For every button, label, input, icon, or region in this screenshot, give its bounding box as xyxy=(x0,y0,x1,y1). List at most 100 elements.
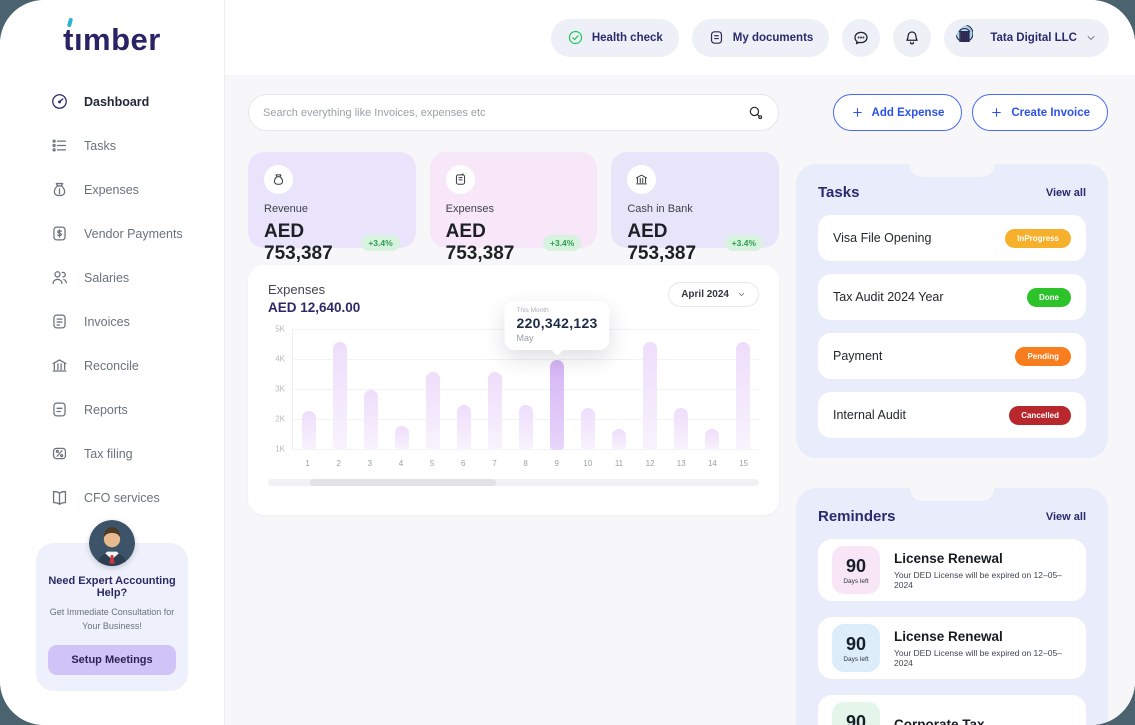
document-icon xyxy=(708,29,725,46)
chart-bar[interactable] xyxy=(395,426,409,450)
chart-plot: This Month 220,342,123 May xyxy=(292,329,759,450)
task-status-badge: Done xyxy=(1027,288,1071,307)
chart-bar[interactable] xyxy=(426,372,440,450)
tasks-view-all-link[interactable]: View all xyxy=(1046,187,1086,199)
task-row[interactable]: Internal Audit Cancelled xyxy=(818,392,1086,438)
period-value: April 2024 xyxy=(681,289,729,300)
sidebar-item-tasks[interactable]: Tasks xyxy=(50,128,224,163)
money-bag-icon xyxy=(264,165,293,194)
sidebar-item-label: Invoices xyxy=(84,315,130,329)
app-window: tımber Dashboard Tasks Expenses Vendor P… xyxy=(0,0,1135,725)
chart-bar[interactable] xyxy=(612,429,626,450)
stat-card-expenses[interactable]: Expenses AED 753,387 +3.4% xyxy=(430,152,598,248)
reminder-days-box: 90 Days left xyxy=(832,546,880,594)
reminder-title: License Renewal xyxy=(894,629,1072,644)
sidebar-item-invoices[interactable]: Invoices xyxy=(50,304,224,339)
create-invoice-label: Create Invoice xyxy=(1011,107,1090,119)
task-label: Payment xyxy=(833,349,882,363)
task-label: Internal Audit xyxy=(833,408,906,422)
search-bar xyxy=(248,94,779,131)
chat-button[interactable] xyxy=(842,19,880,57)
chart-bar[interactable] xyxy=(488,372,502,450)
chart-bar[interactable] xyxy=(364,390,378,450)
create-invoice-button[interactable]: Create Invoice xyxy=(972,94,1108,131)
chart-bar[interactable] xyxy=(302,411,316,450)
dollar-receipt-icon xyxy=(50,224,69,243)
page-background: tımber Dashboard Tasks Expenses Vendor P… xyxy=(0,0,1135,725)
reminder-days: 90 xyxy=(846,634,866,655)
company-selector[interactable]: Tata Digital LLC xyxy=(944,19,1109,57)
task-status-badge: InProgress xyxy=(1005,229,1071,248)
sidebar-item-label: Tasks xyxy=(84,139,116,153)
reminder-days-box: 90 Days left xyxy=(832,624,880,672)
reminder-days-box: 90 Days left xyxy=(832,702,880,725)
bank-icon xyxy=(627,165,656,194)
task-row[interactable]: Visa File Opening InProgress xyxy=(818,215,1086,261)
health-check-button[interactable]: Health check xyxy=(551,19,679,57)
sidebar-item-dashboard[interactable]: Dashboard xyxy=(50,84,224,119)
check-circle-icon xyxy=(567,29,584,46)
chart-bar[interactable] xyxy=(643,342,657,450)
stat-card-revenue[interactable]: Revenue AED 753,387 +3.4% xyxy=(248,152,416,248)
consultation-title: Need Expert Accounting Help? xyxy=(48,575,176,599)
reminder-title: License Renewal xyxy=(894,551,1072,566)
chevron-down-icon xyxy=(1085,32,1097,44)
chart-bar[interactable] xyxy=(674,408,688,450)
search-icon[interactable] xyxy=(747,104,764,121)
notifications-button[interactable] xyxy=(893,19,931,57)
add-expense-label: Add Expense xyxy=(872,107,945,119)
reminders-view-all-link[interactable]: View all xyxy=(1046,511,1086,523)
sidebar-item-cfo-services[interactable]: CFO services xyxy=(50,480,224,515)
search-input[interactable] xyxy=(263,107,747,119)
chart-bar[interactable] xyxy=(581,408,595,450)
sidebar-item-reconcile[interactable]: Reconcile xyxy=(50,348,224,383)
reminder-description: Your DED License will be expired on 12–0… xyxy=(894,570,1072,590)
period-dropdown[interactable]: April 2024 xyxy=(668,282,759,307)
chart-bar[interactable] xyxy=(457,405,471,450)
stat-value: AED 753,387 xyxy=(627,221,715,265)
reminder-title: Corporate Tax xyxy=(894,717,985,725)
chart-scrollbar xyxy=(268,479,759,486)
stat-card-cash-in-bank[interactable]: Cash in Bank AED 753,387 +3.4% xyxy=(611,152,779,248)
chart-y-axis: 5K 4K 3K 2K 1K xyxy=(268,329,292,450)
chevron-down-icon xyxy=(737,290,746,299)
tax-percent-icon xyxy=(50,444,69,463)
setup-meetings-button[interactable]: Setup Meetings xyxy=(48,645,176,675)
bar-chart: 5K 4K 3K 2K 1K This Month xyxy=(268,329,759,450)
people-icon xyxy=(50,268,69,287)
stats-row: Revenue AED 753,387 +3.4% Expenses xyxy=(248,152,779,248)
stat-value: AED 753,387 xyxy=(264,221,352,265)
chart-scrollbar-thumb[interactable] xyxy=(310,479,497,486)
sidebar-item-expenses[interactable]: Expenses xyxy=(50,172,224,207)
reminder-description: Your DED License will be expired on 12–0… xyxy=(894,648,1072,668)
sidebar-item-salaries[interactable]: Salaries xyxy=(50,260,224,295)
topbar: Health check My documents Tata Digital L xyxy=(225,0,1135,75)
sidebar-item-tax-filing[interactable]: Tax filing xyxy=(50,436,224,471)
chart-bar[interactable] xyxy=(333,342,347,450)
my-documents-button[interactable]: My documents xyxy=(692,19,830,57)
add-expense-button[interactable]: Add Expense xyxy=(833,94,963,131)
chart-bar[interactable] xyxy=(736,342,750,450)
task-row[interactable]: Payment Pending xyxy=(818,333,1086,379)
open-book-icon xyxy=(50,488,69,507)
reminder-days-unit: Days left xyxy=(843,578,868,585)
chart-x-axis: 123456789101112131415 xyxy=(292,459,759,468)
stat-delta-badge: +3.4% xyxy=(543,235,581,251)
sidebar-item-reports[interactable]: Reports xyxy=(50,392,224,427)
reminder-row[interactable]: 90 Days left License Renewal Your DED Li… xyxy=(818,539,1086,601)
chart-bar[interactable] xyxy=(519,405,533,450)
sidebar-nav: Dashboard Tasks Expenses Vendor Payments… xyxy=(0,84,224,515)
sidebar: tımber Dashboard Tasks Expenses Vendor P… xyxy=(0,0,225,725)
sidebar-item-label: Salaries xyxy=(84,271,129,285)
reminder-days: 90 xyxy=(846,712,866,725)
chart-bar[interactable] xyxy=(550,360,564,450)
task-row[interactable]: Tax Audit 2024 Year Done xyxy=(818,274,1086,320)
chart-bar[interactable] xyxy=(705,429,719,450)
sidebar-item-vendor-payments[interactable]: Vendor Payments xyxy=(50,216,224,251)
tooltip-value: 220,342,123 xyxy=(516,315,597,331)
reminder-row[interactable]: 90 Days left License Renewal Your DED Li… xyxy=(818,617,1086,679)
chart-tooltip: This Month 220,342,123 May xyxy=(504,301,609,350)
tasks-panel: Tasks View all Visa File Opening InProgr… xyxy=(796,164,1108,458)
stat-delta-badge: +3.4% xyxy=(725,235,763,251)
reminder-row[interactable]: 90 Days left Corporate Tax xyxy=(818,695,1086,725)
